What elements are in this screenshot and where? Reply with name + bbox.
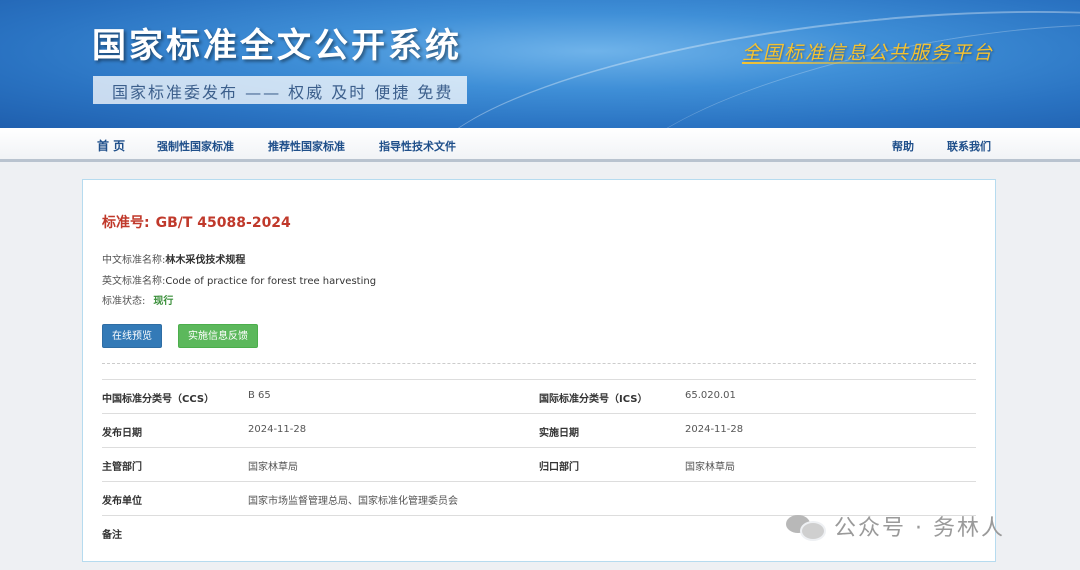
main-nav: 首 页 强制性国家标准 推荐性国家标准 指导性技术文件 帮助 联系我们 [0,128,1080,162]
publish-date-value: 2024-11-28 [248,424,307,435]
status-label: 标准状态: [102,296,146,307]
slogan-underline [742,62,974,64]
nav-home[interactable]: 首 页 [97,137,125,154]
table-row: 中国标准分类号（CCS） B 65 国际标准分类号（ICS） 65.020.01 [102,380,976,414]
standard-number: 标准号: GB/T 45088-2024 [102,212,291,232]
nav-mandatory-standards[interactable]: 强制性国家标准 [157,138,234,154]
watermark-text: 公众号 · 务林人 [834,516,1005,541]
ccs-label: 中国标准分类号（CCS） [102,394,215,405]
platform-slogan: 全国标准信息公共服务平台 [742,42,995,64]
chinese-name-row: 中文标准名称:林木采伐技术规程 [102,251,245,266]
divider [102,363,976,364]
publish-date-label: 发布日期 [102,428,142,439]
status-row: 标准状态: 现行 [102,292,173,307]
status-badge: 现行 [153,296,174,307]
nav-recommended-standards[interactable]: 推荐性国家标准 [268,138,345,154]
online-preview-button[interactable]: 在线预览 [102,324,162,348]
standard-detail-card: 标准号: GB/T 45088-2024 中文标准名称:林木采伐技术规程 英文标准… [82,179,996,562]
nav-guiding-documents[interactable]: 指导性技术文件 [379,138,456,154]
ics-value: 65.020.01 [685,390,736,401]
ccs-value: B 65 [248,390,271,401]
site-title: 国家标准全文公开系统 [92,26,462,66]
english-name-value: Code of practice for forest tree harvest… [165,276,377,287]
feedback-button[interactable]: 实施信息反馈 [178,324,258,348]
competent-department-label: 主管部门 [102,462,142,473]
nav-contact[interactable]: 联系我们 [947,138,991,154]
standard-number-label: 标准号: [102,215,150,231]
table-row: 主管部门 国家林草局 归口部门 国家林草局 [102,448,976,482]
header-banner: 国家标准全文公开系统 国家标准委发布 —— 权威 及时 便捷 免费 全国标准信息… [0,0,1080,128]
nav-help[interactable]: 帮助 [892,138,914,154]
chinese-name-value: 林木采伐技术规程 [165,255,246,266]
chinese-name-label: 中文标准名称: [102,255,166,266]
standard-number-value: GB/T 45088-2024 [155,215,291,231]
issuing-unit-value: 国家市场监督管理总局、国家标准化管理委员会 [248,496,458,507]
issuing-unit-label: 发布单位 [102,496,142,507]
wechat-icon [786,513,826,541]
ics-label: 国际标准分类号（ICS） [539,394,648,405]
table-row: 发布日期 2024-11-28 实施日期 2024-11-28 [102,414,976,448]
implementation-date-label: 实施日期 [539,428,579,439]
implementation-date-value: 2024-11-28 [685,424,744,435]
english-name-label: 英文标准名称: [102,276,166,287]
competent-department-value: 国家林草局 [248,462,298,473]
site-slogan: 国家标准委发布 —— 权威 及时 便捷 免费 [112,83,454,102]
watermark: 公众号 · 务林人 [786,510,1005,542]
responsible-department-label: 归口部门 [539,462,579,473]
responsible-department-value: 国家林草局 [685,462,735,473]
remarks-label: 备注 [102,530,122,541]
english-name-row: 英文标准名称:Code of practice for forest tree … [102,272,376,287]
